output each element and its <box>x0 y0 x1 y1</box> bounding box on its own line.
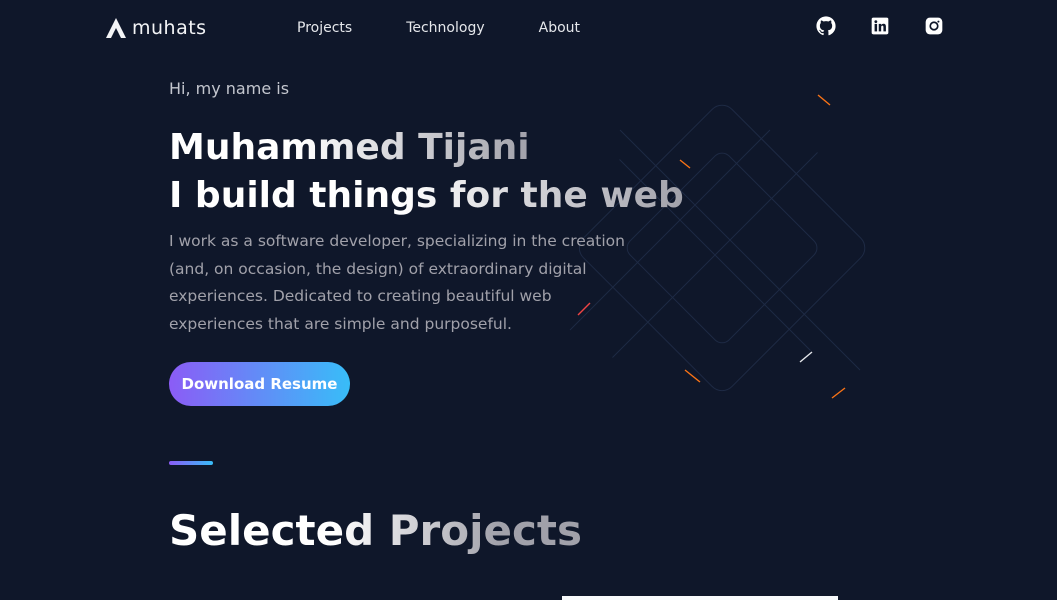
projects-section-title: Selected Projects <box>169 503 582 559</box>
download-resume-button[interactable]: Download Resume <box>169 362 350 406</box>
site-header: muhats Projects Technology About <box>0 0 1057 60</box>
main-nav: Projects Technology About <box>297 20 634 36</box>
instagram-icon[interactable] <box>924 16 944 36</box>
brand-logo[interactable]: muhats <box>104 16 207 40</box>
social-links <box>816 16 944 36</box>
hero-description: I work as a software developer, speciali… <box>169 232 625 333</box>
nav-item-about[interactable]: About <box>539 20 580 36</box>
hero-name: Muhammed Tijani <box>169 124 530 172</box>
triangle-logo-icon <box>106 18 126 38</box>
hero-tagline: I build things for the web <box>169 172 684 220</box>
nav-item-projects[interactable]: Projects <box>297 20 352 36</box>
section-divider <box>169 461 213 465</box>
project-card-preview[interactable] <box>562 596 838 600</box>
linkedin-icon[interactable] <box>870 16 890 36</box>
nav-item-technology[interactable]: Technology <box>406 20 484 36</box>
brand-name: muhats <box>132 17 207 39</box>
hero-greeting: Hi, my name is <box>169 79 290 98</box>
github-icon[interactable] <box>816 16 836 36</box>
